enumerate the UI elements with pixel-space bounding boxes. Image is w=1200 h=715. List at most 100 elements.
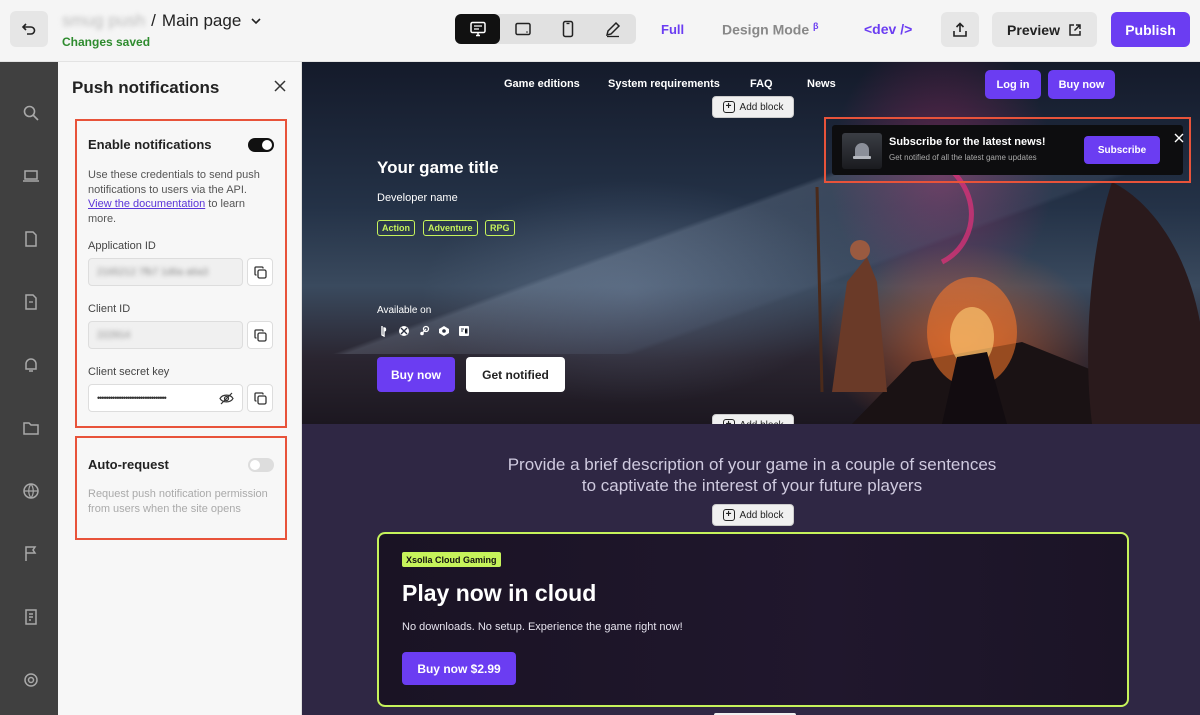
- tag-rpg: RPG: [485, 220, 515, 236]
- view-mode-switcher: [455, 14, 636, 44]
- copy-icon: [253, 328, 267, 342]
- cloud-text[interactable]: No downloads. No setup. Experience the g…: [402, 621, 683, 633]
- copy-client-secret-button[interactable]: [247, 384, 273, 412]
- page-name[interactable]: Main page: [162, 11, 241, 31]
- settings-icon[interactable]: [22, 671, 40, 689]
- platform-list: [377, 324, 470, 337]
- globe-icon[interactable]: [22, 482, 40, 500]
- add-block-button[interactable]: + Add block: [712, 96, 794, 118]
- cloud-gaming-badge: Xsolla Cloud Gaming: [402, 552, 501, 567]
- get-notified-button[interactable]: Get notified: [466, 357, 565, 392]
- auto-request-toggle[interactable]: [248, 458, 274, 472]
- full-width-toggle[interactable]: Full: [661, 22, 684, 37]
- bell-icon[interactable]: [22, 356, 40, 374]
- nav-system-requirements[interactable]: System requirements: [608, 78, 720, 90]
- edit-view-button[interactable]: [590, 14, 635, 44]
- nav-faq[interactable]: FAQ: [750, 78, 773, 90]
- hero-buy-now-button[interactable]: Buy now: [377, 357, 455, 392]
- playstation-icon: [377, 324, 390, 337]
- subscribe-text: Get notified of all the latest game upda…: [889, 153, 1037, 162]
- chevron-down-icon[interactable]: [249, 14, 263, 28]
- laptop-icon[interactable]: [22, 167, 40, 185]
- bell-icon: [853, 143, 871, 159]
- nav-news[interactable]: News: [807, 78, 836, 90]
- desktop-icon: [469, 21, 486, 37]
- enable-notifications-section: Enable notifications Use these credentia…: [75, 119, 287, 428]
- auto-request-section: Auto-request Request push notification p…: [75, 436, 287, 540]
- publish-button[interactable]: Publish: [1111, 12, 1190, 47]
- xbox-icon: [397, 324, 410, 337]
- game-description[interactable]: Provide a brief description of your game…: [507, 454, 997, 496]
- close-icon[interactable]: [272, 78, 288, 94]
- nav-game-editions[interactable]: Game editions: [504, 78, 580, 90]
- search-icon[interactable]: [22, 104, 40, 122]
- left-rail: [0, 62, 58, 715]
- subscribe-popup: Subscribe for the latest news! Get notif…: [832, 125, 1184, 175]
- design-mode-toggle[interactable]: Design Mode β: [722, 21, 819, 38]
- available-on-label: Available on: [377, 305, 432, 316]
- gog-icon: [457, 324, 470, 337]
- game-title[interactable]: Your game title: [377, 158, 499, 178]
- document-icon[interactable]: [22, 230, 40, 248]
- login-button[interactable]: Log in: [985, 70, 1041, 99]
- copy-application-id-button[interactable]: [247, 258, 273, 286]
- desktop-view-button[interactable]: [455, 14, 500, 44]
- cloud-title[interactable]: Play now in cloud: [402, 580, 596, 607]
- upload-icon: [953, 21, 967, 37]
- tablet-landscape-icon: [514, 22, 531, 36]
- application-id-label: Application ID: [88, 240, 156, 252]
- mobile-view-button[interactable]: [545, 14, 590, 44]
- client-id-value: 222914: [97, 329, 131, 341]
- client-secret-field[interactable]: ••••••••••••••••••••••••••••••••: [88, 384, 243, 412]
- epic-icon: [437, 324, 450, 337]
- application-id-field[interactable]: 2165212 7fb7 1d6a a6a3: [88, 258, 243, 286]
- undo-icon: [21, 23, 36, 35]
- client-id-field[interactable]: 222914: [88, 321, 243, 349]
- breadcrumb-separator: /: [151, 11, 156, 30]
- save-status: Changes saved: [62, 35, 151, 49]
- subscribe-button[interactable]: Subscribe: [1084, 136, 1160, 164]
- design-mode-label: Design Mode: [722, 21, 810, 38]
- auto-request-description: Request push notification permission fro…: [88, 488, 268, 515]
- add-block-label: Add block: [739, 509, 784, 521]
- site-preview: Game editions System requirements FAQ Ne…: [302, 62, 1200, 715]
- undo-button[interactable]: [10, 11, 48, 47]
- eye-off-icon[interactable]: [219, 392, 234, 405]
- header-buy-now-button[interactable]: Buy now: [1048, 70, 1115, 99]
- enable-notifications-title: Enable notifications: [88, 137, 212, 152]
- cloud-gaming-section: Xsolla Cloud Gaming Play now in cloud No…: [377, 532, 1129, 707]
- top-bar: smug push / Main page Changes saved Full…: [0, 0, 1200, 62]
- copy-client-id-button[interactable]: [247, 321, 273, 349]
- receipt-icon[interactable]: [22, 608, 40, 626]
- client-secret-label: Client secret key: [88, 366, 170, 378]
- hero-illustration: [815, 162, 1200, 424]
- developer-name[interactable]: Developer name: [377, 192, 458, 204]
- tag-action: Action: [377, 220, 415, 236]
- close-icon[interactable]: [1174, 133, 1184, 143]
- hero-section: Game editions System requirements FAQ Ne…: [302, 62, 1200, 424]
- folder-icon[interactable]: [22, 419, 40, 437]
- pen-icon: [605, 21, 620, 38]
- project-name[interactable]: smug push: [62, 11, 145, 31]
- add-block-button[interactable]: + Add block: [712, 504, 794, 526]
- flag-icon[interactable]: [22, 545, 40, 563]
- description-text: Use these credentials to send push notif…: [88, 169, 260, 196]
- add-block-label: Add block: [739, 101, 784, 113]
- file-icon[interactable]: [22, 293, 40, 311]
- share-button[interactable]: [941, 12, 979, 47]
- cloud-buy-button[interactable]: Buy now $2.99: [402, 652, 516, 685]
- application-id-value: 2165212 7fb7 1d6a a6a3: [97, 266, 209, 278]
- auto-request-title: Auto-request: [88, 457, 169, 472]
- preview-label: Preview: [1007, 21, 1060, 38]
- preview-button[interactable]: Preview: [992, 12, 1097, 47]
- tag-adventure: Adventure: [423, 220, 478, 236]
- push-notifications-panel: Push notifications Enable notifications …: [58, 62, 302, 715]
- enable-notifications-toggle[interactable]: [248, 138, 274, 152]
- documentation-link[interactable]: View the documentation: [88, 198, 205, 210]
- copy-icon: [253, 265, 267, 279]
- tablet-view-button[interactable]: [500, 14, 545, 44]
- credentials-description: Use these credentials to send push notif…: [88, 168, 273, 226]
- external-link-icon: [1069, 23, 1081, 36]
- steam-icon: [417, 324, 430, 337]
- dev-mode-toggle[interactable]: <dev />: [864, 21, 912, 37]
